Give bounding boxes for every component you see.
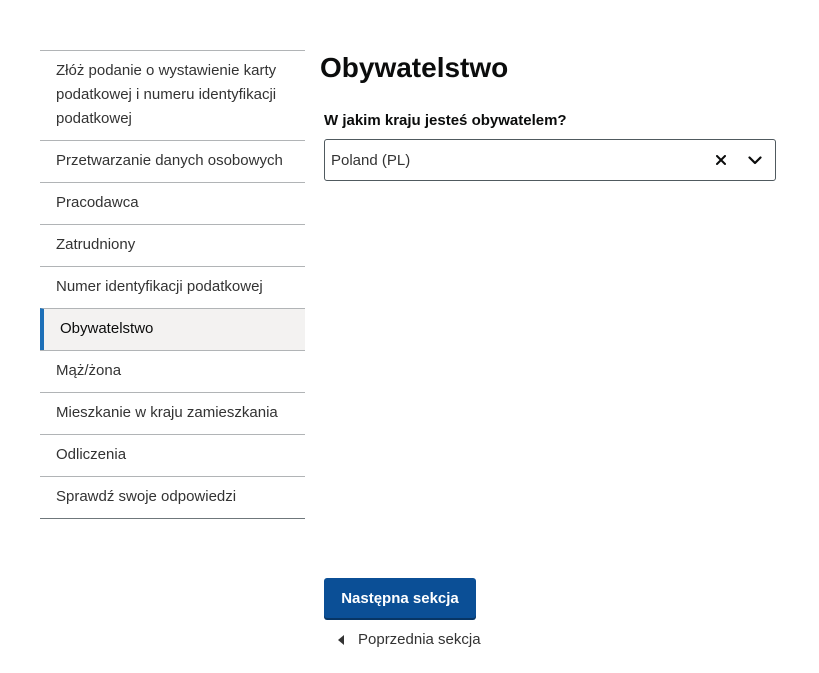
question-label: W jakim kraju jesteś obywatelem?: [324, 112, 567, 129]
close-icon[interactable]: [709, 148, 733, 172]
sidebar-item-check-answers[interactable]: Sprawdź swoje odpowiedzi: [40, 476, 305, 518]
sidebar-item-tax-id[interactable]: Numer identyfikacji podatkowej: [40, 266, 305, 308]
country-select[interactable]: Poland (PL): [324, 139, 776, 181]
previous-section-label: Poprzednia sekcja: [358, 631, 481, 648]
sidebar-item-deductions[interactable]: Odliczenia: [40, 434, 305, 476]
section-navigation: Złóż podanie o wystawienie karty podatko…: [40, 50, 305, 519]
sidebar-item-personal-data[interactable]: Przetwarzanie danych osobowych: [40, 140, 305, 182]
sidebar-item-residence[interactable]: Mieszkanie w kraju zamieszkania: [40, 392, 305, 434]
page-title: Obywatelstwo: [320, 52, 509, 83]
sidebar-item-employee[interactable]: Zatrudniony: [40, 224, 305, 266]
sidebar-item-citizenship[interactable]: Obywatelstwo: [40, 308, 305, 350]
sidebar-item-application[interactable]: Złóż podanie o wystawienie karty podatko…: [40, 51, 305, 140]
main-content: Obywatelstwo W jakim kraju jesteś obywat…: [320, 50, 780, 181]
next-section-button[interactable]: Następna sekcja: [324, 578, 476, 618]
previous-section-link[interactable]: Poprzednia sekcja: [338, 631, 481, 648]
sidebar-item-spouse[interactable]: Mąż/żona: [40, 350, 305, 392]
sidebar-item-employer[interactable]: Pracodawca: [40, 182, 305, 224]
triangle-left-icon: [338, 634, 348, 646]
chevron-down-icon[interactable]: [743, 148, 767, 172]
country-select-value: Poland (PL): [331, 151, 411, 169]
